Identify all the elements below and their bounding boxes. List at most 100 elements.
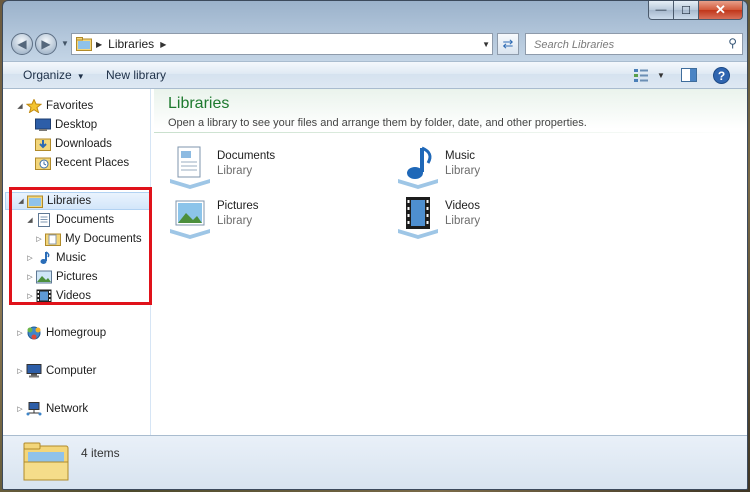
sidebar-item-label: Network [46,403,89,415]
music-icon [40,251,50,264]
sidebar-item-favorites[interactable]: ◢ Favorites [15,97,93,115]
libraries-icon [27,195,43,208]
downloads-icon [35,138,51,151]
desktop-icon [35,118,51,131]
collapse-triangle-icon[interactable]: ◢ [25,216,35,224]
network-icon [26,402,42,416]
maximize-icon: ☐ [681,4,691,17]
item-count: 4 items [81,446,120,460]
refresh-icon: ⇄ [502,36,514,51]
sidebar-item-label: My Documents [65,233,142,245]
change-view-button[interactable]: ▼ [633,66,665,84]
help-button[interactable]: ? [713,66,730,84]
chevron-down-icon: ▼ [76,72,85,81]
divider [154,132,747,133]
preview-pane-icon [681,68,697,82]
sidebar-item-recent-places[interactable]: Recent Places [34,154,129,172]
library-tile-music[interactable]: Music Library [396,145,626,191]
sidebar-item-downloads[interactable]: Downloads [34,135,112,153]
back-button[interactable]: ◀ [11,33,33,55]
sidebar-item-pictures[interactable]: ▷ Pictures [25,268,98,286]
close-button[interactable]: ✕ [699,1,743,20]
recent-pages-dropdown-icon[interactable]: ▼ [61,39,69,48]
library-name: Music [445,150,476,162]
library-kind: Library [445,215,481,227]
forward-button[interactable]: ▶ [35,33,57,55]
expand-triangle-icon[interactable]: ▷ [15,367,25,375]
library-name: Pictures [217,200,259,212]
libraries-icon [76,37,92,51]
libraries-folder-icon [23,442,69,481]
library-name: Documents [217,150,276,162]
library-tile-pictures[interactable]: Pictures Library [168,195,398,241]
sidebar-item-music[interactable]: ▷ Music [25,249,86,267]
videos-library-icon [398,197,438,239]
sidebar-item-label: Recent Places [55,157,130,169]
forward-arrow-icon: ▶ [41,37,51,51]
homegroup-icon [27,326,41,340]
page-subtitle: Open a library to see your files and arr… [168,117,587,129]
preview-pane-button[interactable] [681,66,697,84]
sidebar-item-label: Music [56,252,87,264]
expand-triangle-icon[interactable]: ▷ [25,273,35,281]
library-tile-videos[interactable]: Videos Library [396,195,626,241]
details-pane: 4 items [3,435,747,489]
new-library-button[interactable]: New library [106,68,166,82]
refresh-button[interactable]: ⇄ [497,33,519,55]
caption-buttons: — ☐ ✕ [648,1,743,20]
sidebar-item-libraries[interactable]: ◢ Libraries [5,192,151,210]
title-bar[interactable]: — ☐ ✕ [3,1,747,29]
command-bar: Organize ▼ New library ▼ ? [3,61,747,89]
maximize-button[interactable]: ☐ [674,1,699,20]
view-options-icon [634,69,648,82]
sidebar-item-my-documents[interactable]: ▷ My Documents [34,230,142,248]
videos-icon [36,289,52,303]
sidebar-item-videos[interactable]: ▷ Videos [25,287,91,305]
library-name: Videos [445,200,480,212]
documents-icon [38,213,50,227]
sidebar-item-label: Downloads [55,138,112,150]
content-area: ◢ Favorites Desktop Downloads Recent Pla… [3,89,747,435]
chevron-down-icon[interactable]: ▼ [657,71,665,80]
navigation-pane[interactable]: ◢ Favorites Desktop Downloads Recent Pla… [3,89,152,435]
sidebar-item-documents[interactable]: ◢ Documents [25,211,114,229]
breadcrumb-separator-icon[interactable]: ▶ [96,40,102,49]
navigation-bar: ◀ ▶ ▼ ▶ Libraries ▶ ▼ ⇄ ⚲ [3,29,747,61]
page-title: Libraries [168,95,230,112]
collapse-triangle-icon[interactable]: ◢ [15,102,25,110]
sidebar-item-label: Libraries [47,195,92,207]
search-input[interactable] [532,35,726,55]
breadcrumb-libraries[interactable]: Libraries [108,37,154,51]
expand-triangle-icon[interactable]: ▷ [25,254,35,262]
main-pane: Libraries Open a library to see your fil… [154,89,747,435]
search-box[interactable]: ⚲ [525,33,743,55]
expand-triangle-icon[interactable]: ▷ [15,405,25,413]
address-bar[interactable]: ▶ Libraries ▶ ▼ [71,33,493,55]
new-library-label: New library [106,68,167,82]
organize-button[interactable]: Organize ▼ [23,68,85,82]
breadcrumb-separator-icon[interactable]: ▶ [160,40,166,49]
sidebar-item-label: Documents [56,214,115,226]
folder-icon [45,233,61,246]
pictures-icon [36,270,52,284]
library-kind: Library [445,165,481,177]
expand-triangle-icon[interactable]: ▷ [15,329,25,337]
library-kind: Library [217,165,253,177]
sidebar-item-label: Computer [46,365,97,377]
expand-triangle-icon[interactable]: ▷ [34,235,44,243]
sidebar-item-computer[interactable]: ▷ Computer [15,362,97,380]
explorer-window: — ☐ ✕ ◀ ▶ ▼ ▶ Libraries ▶ ▼ ⇄ ⚲ Organize… [2,0,748,490]
expand-triangle-icon[interactable]: ▷ [25,292,35,300]
star-icon [26,99,42,113]
sidebar-item-label: Desktop [55,119,98,131]
library-kind: Library [217,215,253,227]
address-dropdown-icon[interactable]: ▼ [482,40,490,49]
sidebar-item-homegroup[interactable]: ▷ Homegroup [15,324,106,342]
sidebar-item-network[interactable]: ▷ Network [15,400,88,418]
library-tile-documents[interactable]: Documents Library [168,145,398,191]
sidebar-item-desktop[interactable]: Desktop [34,116,97,134]
search-icon[interactable]: ⚲ [728,36,737,50]
sidebar-item-label: Pictures [56,271,98,283]
collapse-triangle-icon[interactable]: ◢ [16,197,26,205]
minimize-button[interactable]: — [648,1,674,20]
